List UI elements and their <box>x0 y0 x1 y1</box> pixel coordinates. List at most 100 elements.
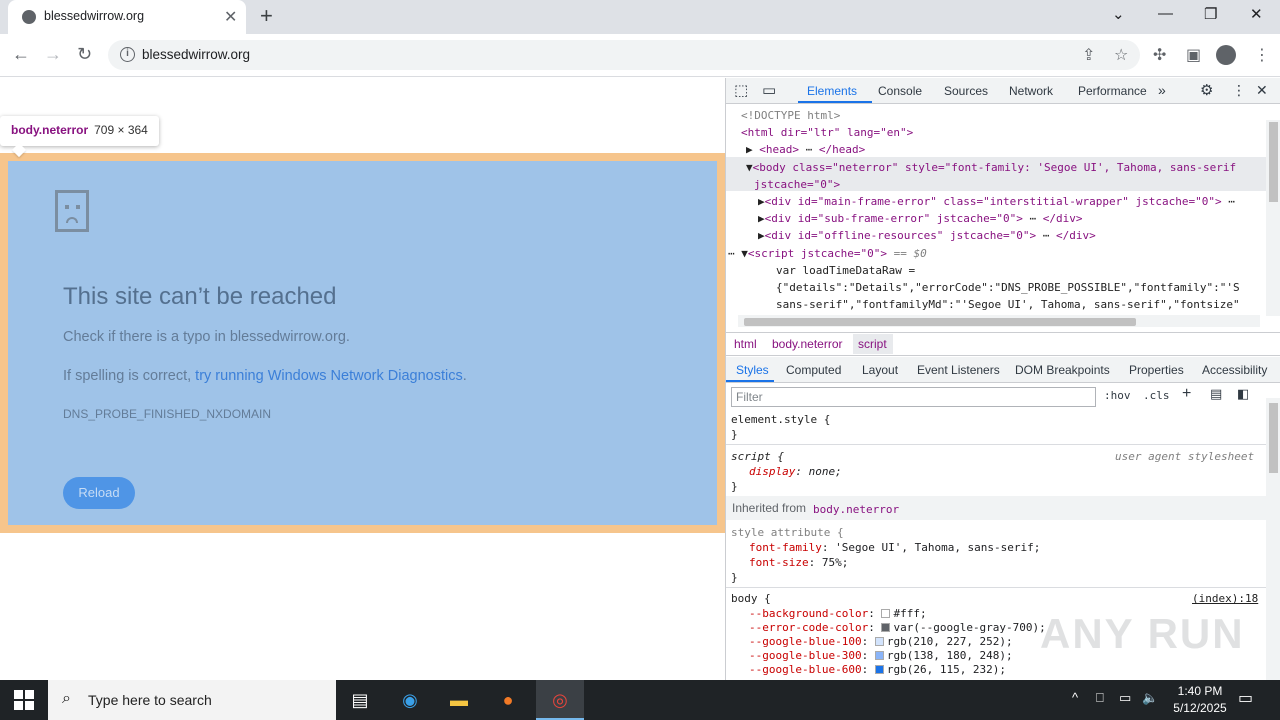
tab-accessibility[interactable]: Accessibility <box>1202 363 1267 377</box>
chrome-icon[interactable]: ◎ <box>544 686 576 714</box>
file-explorer-icon[interactable]: ▬ <box>443 686 475 714</box>
tab-computed[interactable]: Computed <box>786 363 841 377</box>
tab-elements[interactable]: Elements <box>807 84 857 98</box>
url-text[interactable]: blessedwirrow.org <box>142 47 250 62</box>
clock-date[interactable]: 5/12/2025 <box>1168 701 1232 715</box>
tab-dom-breakpoints[interactable]: DOM Breakpoints <box>1015 363 1110 377</box>
tab-console[interactable]: Console <box>878 84 922 98</box>
device-icon[interactable]: ⎕ <box>1096 690 1104 706</box>
site-info-icon[interactable]: i <box>120 47 135 62</box>
dom-horizontal-scrollbar[interactable] <box>738 315 1260 327</box>
new-rule-icon[interactable]: + <box>1182 385 1191 403</box>
minimize-button[interactable]: — <box>1158 5 1173 22</box>
tab-sources[interactable]: Sources <box>944 84 988 98</box>
class-toggle[interactable]: .cls <box>1143 389 1170 402</box>
show-hidden-icons[interactable]: ^ <box>1072 690 1078 705</box>
inherited-from-link[interactable]: body.neterror <box>813 502 899 517</box>
styles-filter-input[interactable]: Filter <box>731 387 1096 407</box>
network-icon[interactable]: ▭ <box>1119 690 1131 706</box>
css-variable-declaration[interactable]: --error-code-color: var(--google-gray-70… <box>749 620 1046 635</box>
css-variable-declaration[interactable]: --google-blue-100: rgb(210, 227, 252); <box>749 634 1013 649</box>
crumb-html[interactable]: html <box>734 337 757 351</box>
tab-search-icon[interactable]: ⌄ <box>1112 5 1125 23</box>
display-declaration[interactable]: display: none; <box>749 464 842 479</box>
style-attribute-rule[interactable]: style attribute { <box>731 525 844 540</box>
crumb-script[interactable]: script <box>858 337 887 351</box>
font-size-declaration[interactable]: font-size: 75%; <box>749 555 848 570</box>
tab-network[interactable]: Network <box>1009 84 1053 98</box>
address-bar[interactable]: i blessedwirrow.org <box>108 40 1140 70</box>
color-swatch[interactable] <box>874 651 884 660</box>
side-panel-icon[interactable]: ▣ <box>1186 45 1201 65</box>
prop-value: none; <box>808 465 842 478</box>
extensions-icon[interactable]: ✣ <box>1153 45 1166 65</box>
scroll-thumb[interactable] <box>1269 403 1278 473</box>
dom-offline-resources[interactable]: ▶<div id="offline-resources" jstcache="0… <box>758 227 1096 244</box>
color-swatch[interactable] <box>881 623 891 632</box>
script-rule-selector[interactable]: script { <box>731 449 784 464</box>
computed-sidebar-icon[interactable]: ◧ <box>1237 386 1249 402</box>
more-tabs-icon[interactable]: » <box>1158 82 1166 98</box>
crumb-body[interactable]: body.neterror <box>772 337 842 351</box>
prop-value: rgb(138, 180, 248); <box>886 649 1013 662</box>
chrome-menu-icon[interactable]: ⋮ <box>1254 45 1270 65</box>
body-open: <body class="neterror" style="font-famil… <box>752 161 1237 174</box>
font-family-declaration[interactable]: font-family: 'Segoe UI', Tahoma, sans-se… <box>749 540 1040 555</box>
dom-vertical-scrollbar[interactable] <box>1266 120 1280 316</box>
tab-styles[interactable]: Styles <box>736 363 769 377</box>
scroll-thumb[interactable] <box>744 318 1136 326</box>
scroll-thumb[interactable] <box>1269 122 1278 202</box>
prop-name: --background-color <box>749 607 869 620</box>
dom-doctype[interactable]: <!DOCTYPE html> <box>741 107 840 124</box>
settings-gear-icon[interactable]: ⚙ <box>1200 81 1213 99</box>
volume-icon[interactable]: 🔈 <box>1142 690 1158 706</box>
color-swatch[interactable] <box>874 665 884 674</box>
back-icon[interactable]: ← <box>12 44 30 65</box>
element-style-rule[interactable]: element.style { <box>731 412 830 427</box>
edge-icon[interactable]: ◉ <box>394 686 426 714</box>
dom-script[interactable]: ⋯ ▼<script jstcache="0"> == $0 <box>728 245 927 262</box>
reload-button[interactable]: Reload <box>63 477 135 509</box>
dom-main-frame-error[interactable]: ▶<div id="main-frame-error" class="inter… <box>758 193 1235 210</box>
color-swatch[interactable] <box>874 637 884 646</box>
restore-button[interactable]: ❐ <box>1204 5 1217 23</box>
tab-layout[interactable]: Layout <box>862 363 898 377</box>
task-view-icon[interactable]: ▤ <box>344 686 376 714</box>
devtools-menu-icon[interactable]: ⋮ <box>1232 82 1246 99</box>
notification-icon[interactable]: ▭ <box>1238 688 1253 708</box>
forward-icon[interactable]: → <box>44 44 62 65</box>
tab-performance[interactable]: Performance <box>1078 84 1147 98</box>
dom-sub-frame-error[interactable]: ▶<div id="sub-frame-error" jstcache="0">… <box>758 210 1083 227</box>
dom-html[interactable]: <html dir="ltr" lang="en"> <box>741 124 913 141</box>
reload-icon[interactable]: ↻ <box>77 44 92 65</box>
color-swatch[interactable] <box>881 609 891 618</box>
css-variable-declaration[interactable]: --background-color: #fff; <box>749 606 927 621</box>
css-variable-declaration[interactable]: --google-blue-300: rgb(138, 180, 248); <box>749 648 1013 663</box>
firefox-icon[interactable]: ● <box>492 686 524 714</box>
dom-body[interactable]: ▼<body class="neterror" style="font-fami… <box>746 159 1236 176</box>
rule-source-link[interactable]: (index):18 <box>1192 591 1258 606</box>
network-diagnostics-link[interactable]: try running Windows Network Diagnostics <box>195 368 463 384</box>
dom-head[interactable]: ▶ <head> ⋯ </head> <box>746 141 865 158</box>
new-tab-button[interactable]: + <box>260 3 273 29</box>
profile-avatar[interactable] <box>1216 45 1236 65</box>
share-icon[interactable]: ⇪ <box>1082 45 1095 65</box>
hover-state-toggle[interactable]: :hov <box>1104 389 1131 402</box>
inspect-element-icon[interactable]: ⬚ <box>734 81 748 99</box>
tab-properties[interactable]: Properties <box>1129 363 1184 377</box>
rendering-emulation-icon[interactable]: ▤ <box>1210 386 1222 402</box>
close-devtools-icon[interactable]: ✕ <box>1256 82 1268 99</box>
script-line-1: var loadTimeDataRaw = <box>776 264 916 277</box>
tab-event-listeners[interactable]: Event Listeners <box>917 363 1000 377</box>
body-rule-selector[interactable]: body { <box>731 591 771 606</box>
taskbar-search[interactable]: ⌕ Type here to search <box>48 680 336 720</box>
bookmark-star-icon[interactable]: ☆ <box>1114 45 1128 65</box>
clock-time[interactable]: 1:40 PM <box>1172 684 1228 698</box>
css-variable-declaration[interactable]: --google-blue-600: rgb(26, 115, 232); <box>749 662 1006 677</box>
browser-tab[interactable]: blessedwirrow.org ✕ <box>8 0 246 34</box>
styles-vertical-scrollbar[interactable] <box>1266 398 1280 680</box>
device-toolbar-icon[interactable]: ▭ <box>762 81 776 99</box>
close-tab-icon[interactable]: ✕ <box>224 7 237 27</box>
windows-start-icon[interactable] <box>14 690 34 710</box>
close-window-button[interactable]: ✕ <box>1250 5 1263 23</box>
